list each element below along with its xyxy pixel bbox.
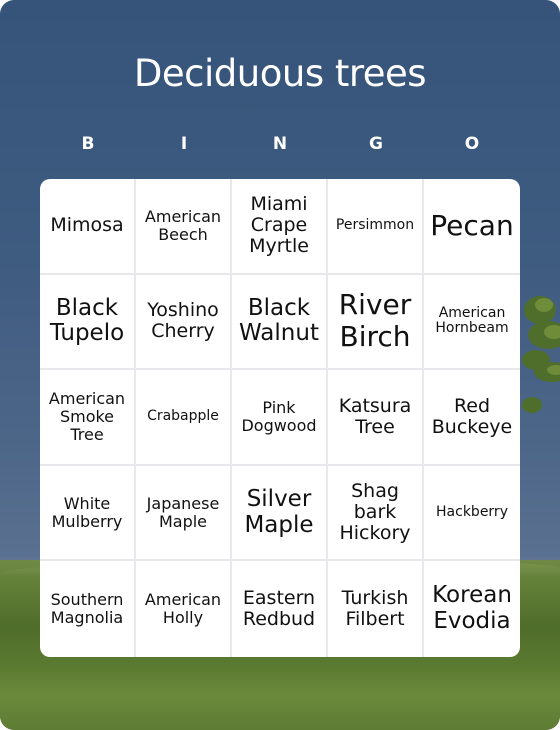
bingo-cell[interactable]: Persimmon bbox=[328, 179, 424, 275]
bingo-cell[interactable]: Yoshino Cherry bbox=[136, 274, 232, 371]
header-letter-o: O bbox=[464, 134, 480, 154]
bingo-cell[interactable]: Red Buckeye bbox=[424, 370, 520, 466]
page-title: Deciduous trees bbox=[133, 52, 427, 95]
bingo-cell[interactable]: American Smoke Tree bbox=[40, 370, 136, 466]
bingo-cell[interactable]: Katsura Tree bbox=[328, 370, 424, 466]
header-letter-n: N bbox=[272, 134, 288, 154]
bingo-cell[interactable]: Crabapple bbox=[136, 370, 232, 466]
bingo-cell[interactable]: American Hornbeam bbox=[424, 275, 520, 371]
bingo-cell[interactable]: Southern Magnolia bbox=[40, 561, 136, 657]
bingo-cell[interactable]: American Beech bbox=[136, 179, 232, 275]
bingo-cell[interactable]: Shag bark Hickory bbox=[328, 465, 424, 562]
tree-foliage-decoration bbox=[522, 296, 560, 413]
header-letter-g: G bbox=[369, 134, 383, 154]
bingo-cell[interactable]: Turkish Filbert bbox=[328, 561, 424, 657]
bingo-cell[interactable]: White Mulberry bbox=[40, 465, 136, 562]
bingo-cell[interactable]: Black Tupelo bbox=[40, 274, 136, 371]
bingo-cell[interactable]: Pink Dogwood bbox=[232, 370, 328, 466]
bingo-cell[interactable]: Japanese Maple bbox=[136, 465, 232, 562]
header-letter-i: I bbox=[180, 134, 188, 154]
bingo-cell[interactable]: American Holly bbox=[136, 561, 232, 657]
bingo-cell[interactable]: River Birch bbox=[328, 274, 424, 371]
bingo-cell[interactable]: Silver Maple bbox=[232, 465, 328, 562]
header-letter-b: B bbox=[81, 134, 95, 154]
bingo-cell[interactable]: Korean Evodia bbox=[424, 561, 520, 657]
bingo-cell[interactable]: Mimosa bbox=[40, 179, 136, 275]
bingo-header-letters: B I N G O bbox=[40, 134, 520, 158]
bingo-cell[interactable]: Miami Crape Myrtle bbox=[232, 179, 328, 275]
bingo-grid: Mimosa American Beech Miami Crape Myrtle… bbox=[40, 179, 520, 657]
bingo-cell[interactable]: Black Walnut bbox=[232, 274, 328, 371]
bingo-cell[interactable]: Pecan bbox=[424, 179, 520, 275]
bingo-cell[interactable]: Hackberry bbox=[424, 466, 520, 562]
bingo-cell[interactable]: Eastern Redbud bbox=[232, 561, 328, 657]
